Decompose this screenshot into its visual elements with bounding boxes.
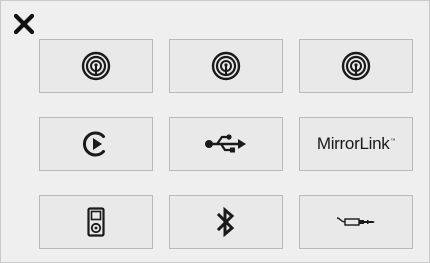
carplay-icon [81,51,111,81]
carplay-icon [211,51,241,81]
aux-jack-icon [336,217,375,226]
close-button[interactable] [13,13,35,35]
source-tile-aux[interactable] [299,195,413,249]
source-tile-mirrorlink[interactable]: MirrorLink™ [299,117,413,171]
carplay-icon [341,51,371,81]
streaming-play-icon [82,131,105,157]
source-tile-ipod[interactable] [39,195,153,249]
mirrorlink-logo: MirrorLink™ [316,134,396,153]
bluetooth-icon [216,206,235,238]
ipod-icon [87,207,105,237]
source-tile-carplay-2[interactable] [169,39,283,93]
source-tile-streaming[interactable] [39,117,153,171]
source-grid: MirrorLink™ [39,39,413,249]
usb-icon [205,134,246,153]
close-icon [13,13,35,35]
source-tile-usb[interactable] [169,117,283,171]
source-tile-bluetooth[interactable] [169,195,283,249]
source-tile-carplay-1[interactable] [39,39,153,93]
source-selection-panel: MirrorLink™ [0,0,430,263]
source-tile-carplay-3[interactable] [299,39,413,93]
